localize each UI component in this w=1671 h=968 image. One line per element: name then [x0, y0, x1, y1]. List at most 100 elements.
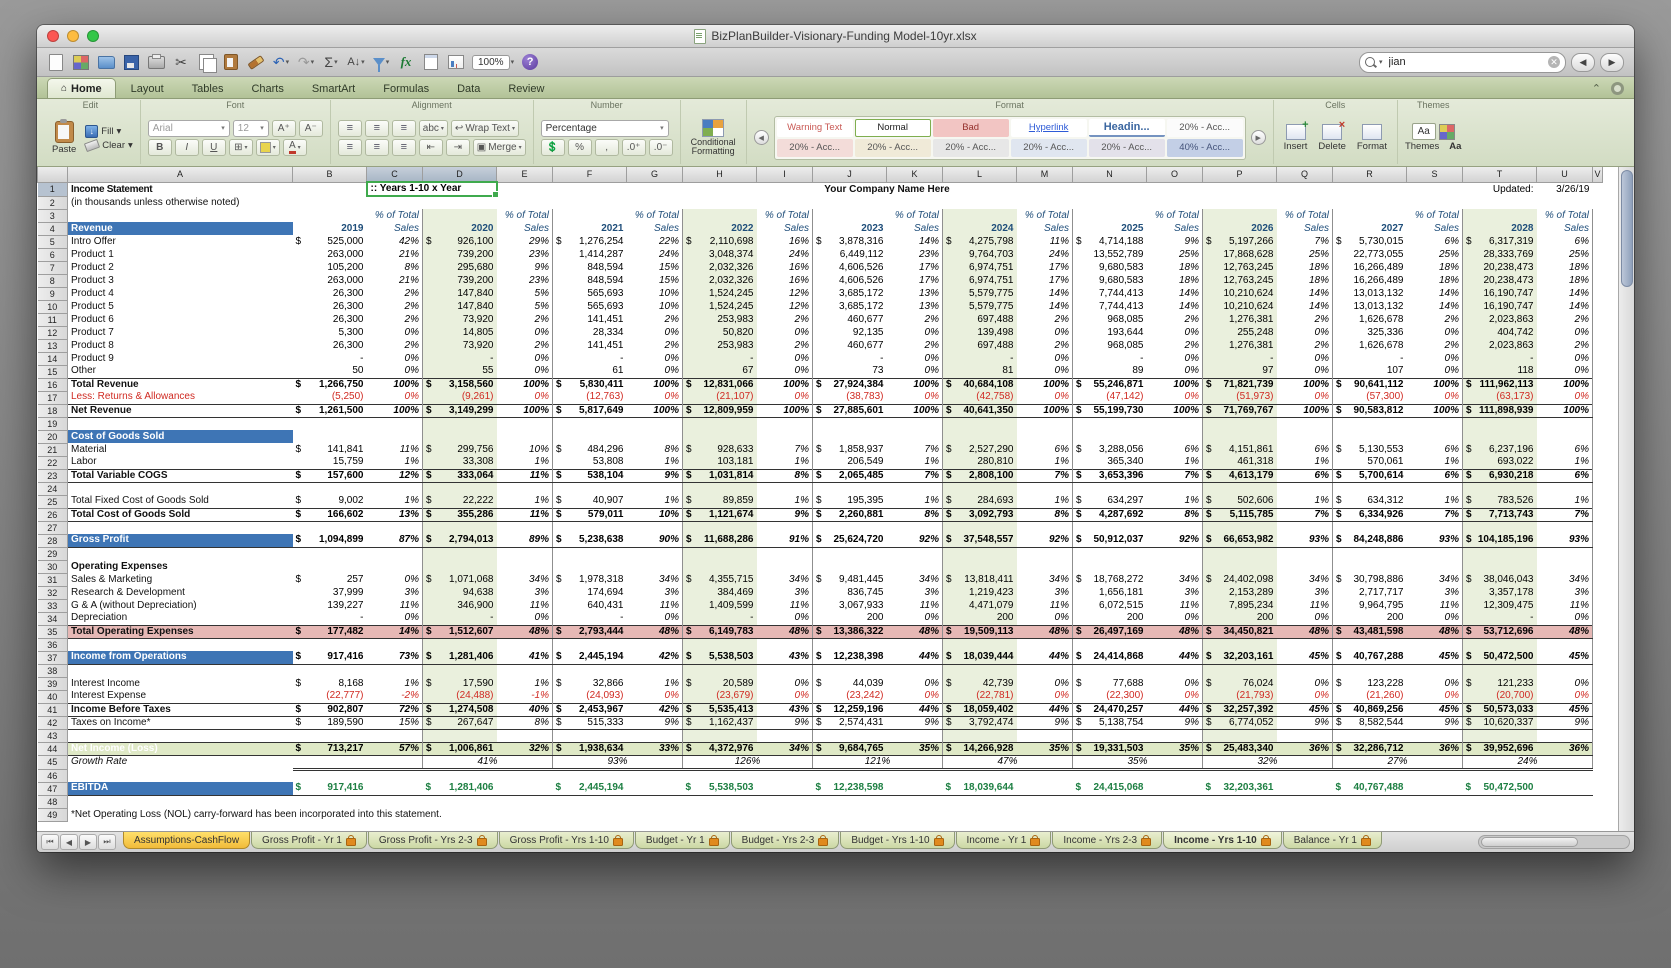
- font-family-select[interactable]: Arial▾: [148, 120, 230, 137]
- percent-cell[interactable]: 6%: [1537, 469, 1593, 482]
- value-cell[interactable]: 147,840: [423, 287, 497, 300]
- percent-cell[interactable]: 48%: [1017, 625, 1073, 638]
- row-header-28[interactable]: 28: [38, 534, 68, 547]
- percent-cell[interactable]: [1017, 521, 1073, 534]
- value-cell[interactable]: $50,573,033: [1463, 703, 1537, 716]
- cell-style-acc40[interactable]: 40% - Acc...: [1167, 139, 1243, 157]
- row-label[interactable]: Sales & Marketing: [68, 573, 293, 586]
- percent-cell[interactable]: 0%: [757, 391, 813, 404]
- cell[interactable]: [1593, 365, 1603, 378]
- value-cell[interactable]: 2025: [1073, 222, 1147, 235]
- value-cell[interactable]: 2,032,326: [683, 274, 757, 287]
- currency-format-button[interactable]: 💲: [541, 139, 565, 156]
- percent-cell[interactable]: [497, 782, 553, 795]
- value-cell[interactable]: $713,217: [293, 742, 367, 755]
- percent-cell[interactable]: 48%: [627, 625, 683, 638]
- value-cell[interactable]: 404,742: [1463, 326, 1537, 339]
- percent-cell[interactable]: [757, 769, 813, 782]
- value-cell[interactable]: [293, 196, 367, 209]
- percent-cell[interactable]: Sales: [497, 222, 553, 235]
- percent-cell[interactable]: 35%: [1147, 742, 1203, 755]
- percent-cell[interactable]: 0%: [1017, 677, 1073, 690]
- align-middle-button[interactable]: ≡: [365, 120, 389, 137]
- value-cell[interactable]: [293, 795, 367, 808]
- save-button[interactable]: [122, 52, 140, 72]
- percent-cell[interactable]: [1407, 417, 1463, 430]
- open-button[interactable]: [97, 52, 115, 72]
- percent-cell[interactable]: [367, 782, 423, 795]
- value-cell[interactable]: $40,869,256: [1333, 703, 1407, 716]
- value-cell[interactable]: [813, 638, 887, 651]
- percent-cell[interactable]: 92%: [887, 534, 943, 547]
- percent-cell[interactable]: [887, 560, 943, 573]
- value-cell[interactable]: $6,237,196: [1463, 443, 1537, 456]
- delete-cells-button[interactable]: Delete: [1315, 124, 1348, 152]
- row-label[interactable]: Product 4: [68, 287, 293, 300]
- value-cell[interactable]: [1463, 547, 1537, 560]
- value-cell[interactable]: 14,805: [423, 326, 497, 339]
- value-cell[interactable]: [1463, 417, 1537, 430]
- percent-cell[interactable]: 16%: [757, 235, 813, 248]
- percent-cell[interactable]: 25%: [1277, 248, 1333, 261]
- percent-cell[interactable]: [887, 664, 943, 677]
- percent-cell[interactable]: [497, 560, 553, 573]
- value-cell[interactable]: [293, 547, 367, 560]
- value-cell[interactable]: [423, 482, 497, 495]
- value-cell[interactable]: 325,336: [1333, 326, 1407, 339]
- value-cell[interactable]: $5,538,503: [683, 651, 757, 664]
- cell[interactable]: [1593, 612, 1603, 625]
- percent-cell[interactable]: 6%: [1277, 469, 1333, 482]
- value-cell[interactable]: [293, 729, 367, 742]
- percent-cell[interactable]: [1277, 638, 1333, 651]
- sheet-tab-income-yrs-2-3[interactable]: Income - Yrs 2-3: [1052, 832, 1162, 849]
- percent-cell[interactable]: 43%: [757, 703, 813, 716]
- cell[interactable]: [1593, 378, 1603, 391]
- filter-button[interactable]: ▾: [372, 52, 390, 72]
- percent-cell[interactable]: 0%: [497, 352, 553, 365]
- value-cell[interactable]: $12,238,398: [813, 651, 887, 664]
- value-cell[interactable]: 13,013,132: [1333, 300, 1407, 313]
- percent-cell[interactable]: [1017, 729, 1073, 742]
- value-cell[interactable]: 55: [423, 365, 497, 378]
- value-cell[interactable]: 3,048,374: [683, 248, 757, 261]
- value-cell[interactable]: [1073, 795, 1147, 808]
- value-cell[interactable]: $44,039: [813, 677, 887, 690]
- percent-cell[interactable]: [757, 430, 813, 443]
- percent-cell[interactable]: [887, 808, 943, 821]
- close-button[interactable]: [47, 30, 59, 42]
- row-header-40[interactable]: 40: [38, 690, 68, 703]
- value-cell[interactable]: 4,471,079: [943, 599, 1017, 612]
- percent-cell[interactable]: [1017, 196, 1073, 209]
- value-cell[interactable]: 2,717,717: [1333, 586, 1407, 599]
- value-cell[interactable]: 92,135: [813, 326, 887, 339]
- percent-cell[interactable]: 0%: [1407, 690, 1463, 703]
- percent-cell[interactable]: [887, 547, 943, 560]
- percent-cell[interactable]: [1277, 521, 1333, 534]
- row-label[interactable]: Research & Development: [68, 586, 293, 599]
- value-cell[interactable]: 53,808: [553, 456, 627, 469]
- percent-cell[interactable]: 32%: [497, 742, 553, 755]
- value-cell[interactable]: 16,190,747: [1463, 287, 1537, 300]
- value-cell[interactable]: [1463, 521, 1537, 534]
- percent-cell[interactable]: [757, 808, 813, 821]
- percent-cell[interactable]: % of Total: [497, 209, 553, 222]
- row-label[interactable]: Total Revenue: [68, 378, 293, 391]
- percent-cell[interactable]: 0%: [1537, 612, 1593, 625]
- row-label[interactable]: Interest Income: [68, 677, 293, 690]
- cut-button[interactable]: ✂: [172, 52, 190, 72]
- value-cell[interactable]: 836,745: [813, 586, 887, 599]
- percent-cell[interactable]: 0%: [757, 326, 813, 339]
- value-cell[interactable]: [943, 547, 1017, 560]
- row-label[interactable]: Product 2: [68, 261, 293, 274]
- value-cell[interactable]: 200: [813, 612, 887, 625]
- row-label[interactable]: [68, 795, 293, 808]
- percent-cell[interactable]: 1%: [497, 456, 553, 469]
- row-label[interactable]: Net Income (Loss): [68, 742, 293, 755]
- value-cell[interactable]: $6,149,783: [683, 625, 757, 638]
- value-cell[interactable]: $84,248,886: [1333, 534, 1407, 547]
- percent-cell[interactable]: 0%: [757, 612, 813, 625]
- value-cell[interactable]: [1333, 560, 1407, 573]
- value-cell[interactable]: $89,859: [683, 495, 757, 508]
- cell[interactable]: [1593, 209, 1603, 222]
- value-cell[interactable]: $71,821,739: [1203, 378, 1277, 391]
